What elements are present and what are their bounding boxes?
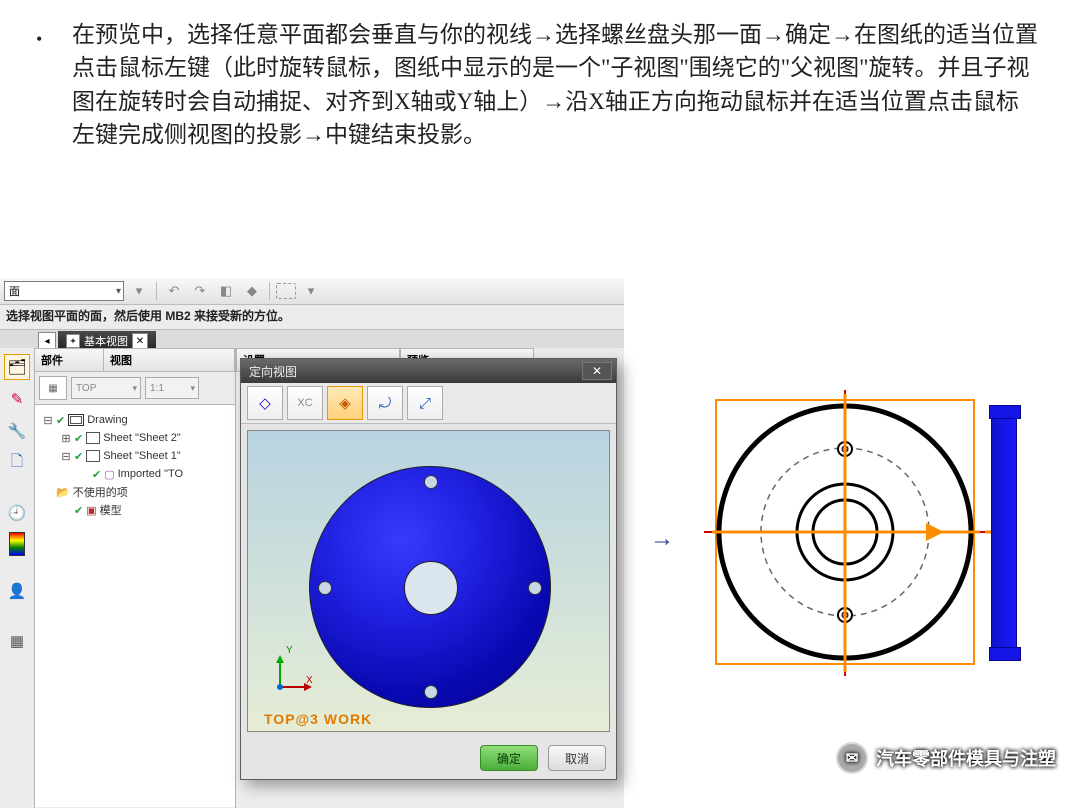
nav-render-icon[interactable]: [9, 532, 25, 556]
cancel-button[interactable]: 取消: [548, 745, 606, 771]
watermark-text: 汽车零部件模具与注塑: [876, 745, 1056, 771]
tree-root: ⊟✔ Drawing: [39, 411, 231, 429]
tool-icon-2[interactable]: ◆: [241, 280, 263, 302]
tree-unused: 📂 不使用的项: [39, 483, 231, 501]
redo-icon[interactable]: ↷: [189, 280, 211, 302]
ok-button[interactable]: 确定: [480, 745, 538, 771]
wechat-icon: ✉: [836, 742, 868, 774]
wechat-watermark: ✉ 汽车零部件模具与注塑: [836, 742, 1056, 774]
dropdown-icon[interactable]: ▾: [300, 280, 322, 302]
nav-assembly-icon[interactable]: ✎: [4, 386, 30, 412]
nav-system-icon[interactable]: ▦: [4, 628, 30, 654]
nav-part-icon[interactable]: 🗂: [4, 354, 30, 380]
tree-sheet2: ⊞✔ Sheet "Sheet 2": [39, 429, 231, 447]
drawing-navigator-tree[interactable]: ⊟✔ Drawing ⊞✔ Sheet "Sheet 2" ⊟✔ Sheet "…: [35, 405, 235, 807]
resource-bar: 🗂 ✎ 🔧 🗋 🕘 👤 ▦: [0, 348, 35, 808]
sheet-icon: [86, 432, 100, 444]
dialog-preview[interactable]: YX TOP@3 WORK: [247, 430, 610, 732]
tab-label: 基本视图: [84, 333, 128, 349]
nx-toolbar: 面 ▾ ↶ ↷ ◧ ◆ ▾: [0, 278, 624, 305]
dialog-titlebar[interactable]: 定向视图 ✕: [241, 359, 616, 383]
bolt-icon: [528, 581, 542, 595]
scale-combo[interactable]: 1:1: [145, 377, 199, 399]
orient-view-dialog: 定向视图 ✕ ◇ XC ◈ ⤾ ⤢ YX TOP@3 WORK: [240, 358, 617, 780]
bullet-icon: •: [36, 26, 42, 52]
dialog-close-icon[interactable]: ✕: [582, 362, 612, 380]
tree-model: ✔▣ 模型: [39, 501, 231, 519]
pin-icon[interactable]: ✦: [66, 334, 80, 348]
bolt-icon: [424, 475, 438, 489]
nav-sheet-icon[interactable]: 🗋: [4, 450, 30, 476]
nav-roles-icon[interactable]: 👤: [4, 578, 30, 604]
status-hint: 选择视图平面的面，然后使用 MB2 来接受新的方位。: [0, 305, 624, 330]
part-thumb-button[interactable]: ▦: [39, 376, 67, 400]
dialog-toolbar: ◇ XC ◈ ⤾ ⤢: [241, 383, 616, 424]
sheet-icon: [86, 450, 100, 462]
arrow-icon: →: [650, 525, 674, 553]
preview-part-disk: [309, 466, 551, 708]
instruction-text: 在预览中，选择任意平面都会垂直与你的视线→选择螺丝盘头那一面→确定→在图纸的适当…: [72, 18, 1040, 151]
selection-icon[interactable]: [276, 283, 296, 299]
bolt-icon: [424, 685, 438, 699]
left-panel: 部件 视图 ▦ TOP 1:1 ⊟✔ Drawing ⊞✔ Sheet "She…: [35, 348, 236, 808]
side-view-silhouette: [991, 412, 1017, 654]
csys-icon[interactable]: ◇: [247, 386, 283, 420]
bolt-icon: [318, 581, 332, 595]
center-hole-icon: [404, 561, 458, 615]
folder-icon: 📂: [56, 486, 70, 499]
drawing-icon: [68, 414, 84, 426]
filter-plus-icon[interactable]: ▾: [128, 280, 150, 302]
view-select-combo[interactable]: TOP: [71, 377, 141, 399]
undo-icon[interactable]: ↶: [163, 280, 185, 302]
tool-icon[interactable]: ◧: [215, 280, 237, 302]
nav-constraint-icon[interactable]: 🔧: [4, 418, 30, 444]
instruction-block: • 在预览中，选择任意平面都会垂直与你的视线→选择螺丝盘头那一面→确定→在图纸的…: [40, 18, 1040, 151]
view-triad-icon: YX: [274, 655, 310, 691]
normal-view-icon[interactable]: ◈: [327, 386, 363, 420]
model-icon: ▣: [86, 504, 96, 517]
panel-header-part: 部件: [35, 348, 104, 372]
panel-header-view: 视图: [104, 348, 235, 372]
xc-view-icon[interactable]: XC: [287, 386, 323, 420]
tree-sheet1: ⊟✔ Sheet "Sheet 1": [39, 447, 231, 465]
filter-combo[interactable]: 面: [4, 281, 124, 301]
fit-icon[interactable]: ⤢: [407, 386, 443, 420]
result-figure: [704, 380, 1022, 685]
rotate-icon[interactable]: ⤾: [367, 386, 403, 420]
tab-close-icon[interactable]: ✕: [132, 333, 148, 349]
preview-view-label: TOP@3 WORK: [264, 711, 372, 727]
nav-history-icon[interactable]: 🕘: [4, 500, 30, 526]
tree-imported: ✔▢ Imported "TO: [39, 465, 231, 483]
dialog-title-text: 定向视图: [249, 363, 297, 380]
